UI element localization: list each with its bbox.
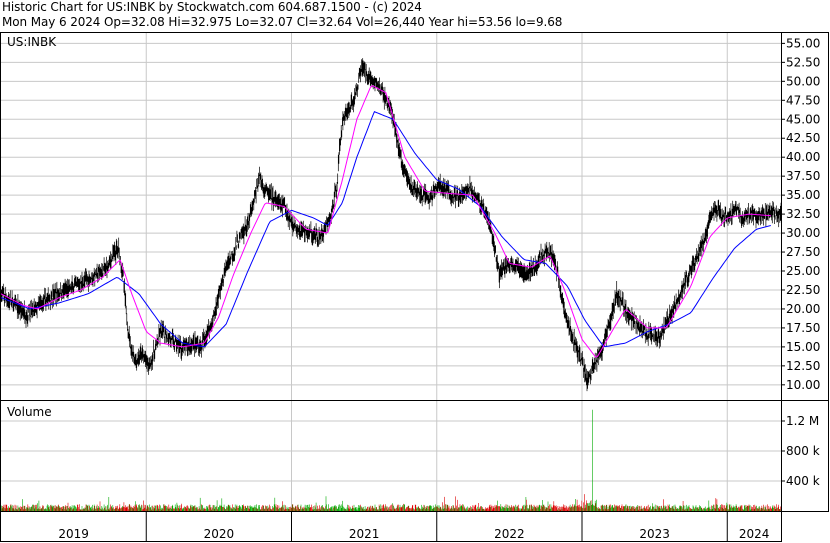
price-tick-label: 45.00 (786, 112, 820, 126)
year-label: 2022 (494, 527, 525, 541)
price-hl-bars (0, 58, 782, 392)
chart-frame: Historic Chart for US:INBK by Stockwatch… (0, 0, 830, 543)
volume-tick-label: 1.2 M (786, 414, 819, 428)
price-panel-border (0, 32, 829, 401)
year-axis-ticks: 2019 2020 2021 2022 2023 2024 (58, 511, 769, 541)
volume-panel-border (0, 400, 829, 512)
year-label: 2024 (739, 527, 770, 541)
price-tick-label: 22.50 (786, 283, 820, 297)
volume-axis-ticks: 1.2 M 800 k 400 k (781, 414, 820, 488)
price-tick-label: 47.50 (786, 93, 820, 107)
volume-label: Volume (7, 405, 52, 419)
price-tick-label: 42.50 (786, 131, 820, 145)
price-tick-label: 52.50 (786, 55, 820, 69)
price-tick-label: 37.50 (786, 169, 820, 183)
price-tick-label: 12.50 (786, 359, 820, 373)
symbol-label: US:INBK (7, 35, 57, 49)
price-tick-label: 20.00 (786, 302, 820, 316)
price-volume-chart: 55.00 52.50 50.00 47.50 45.00 42.50 40.00 37.50… (0, 32, 829, 542)
year-label: 2021 (349, 527, 380, 541)
price-tick-label: 15.00 (786, 340, 820, 354)
price-tick-label: 50.00 (786, 74, 820, 88)
price-tick-label: 17.50 (786, 321, 820, 335)
price-grid (1, 32, 781, 400)
price-tick-label: 10.00 (786, 378, 820, 392)
price-axis-ticks: 55.00 52.50 50.00 47.50 45.00 42.50 40.00 37.50… (781, 36, 820, 392)
price-tick-label: 55.00 (786, 36, 820, 50)
price-tick-label: 25.00 (786, 264, 820, 278)
year-label: 2020 (204, 527, 235, 541)
ma-long-line (0, 111, 771, 348)
volume-tick-label: 400 k (786, 474, 820, 488)
price-tick-label: 40.00 (786, 150, 820, 164)
price-bars (0, 58, 782, 392)
ma-short-line (0, 85, 771, 358)
year-label: 2019 (58, 527, 89, 541)
volume-bars (0, 409, 782, 511)
volume-tick-label: 800 k (786, 444, 820, 458)
volume-grid (1, 400, 781, 511)
year-label: 2023 (639, 527, 670, 541)
price-tick-label: 35.00 (786, 188, 820, 202)
price-tick-label: 27.50 (786, 245, 820, 259)
price-tick-label: 32.50 (786, 207, 820, 221)
price-tick-label: 30.00 (786, 226, 820, 240)
